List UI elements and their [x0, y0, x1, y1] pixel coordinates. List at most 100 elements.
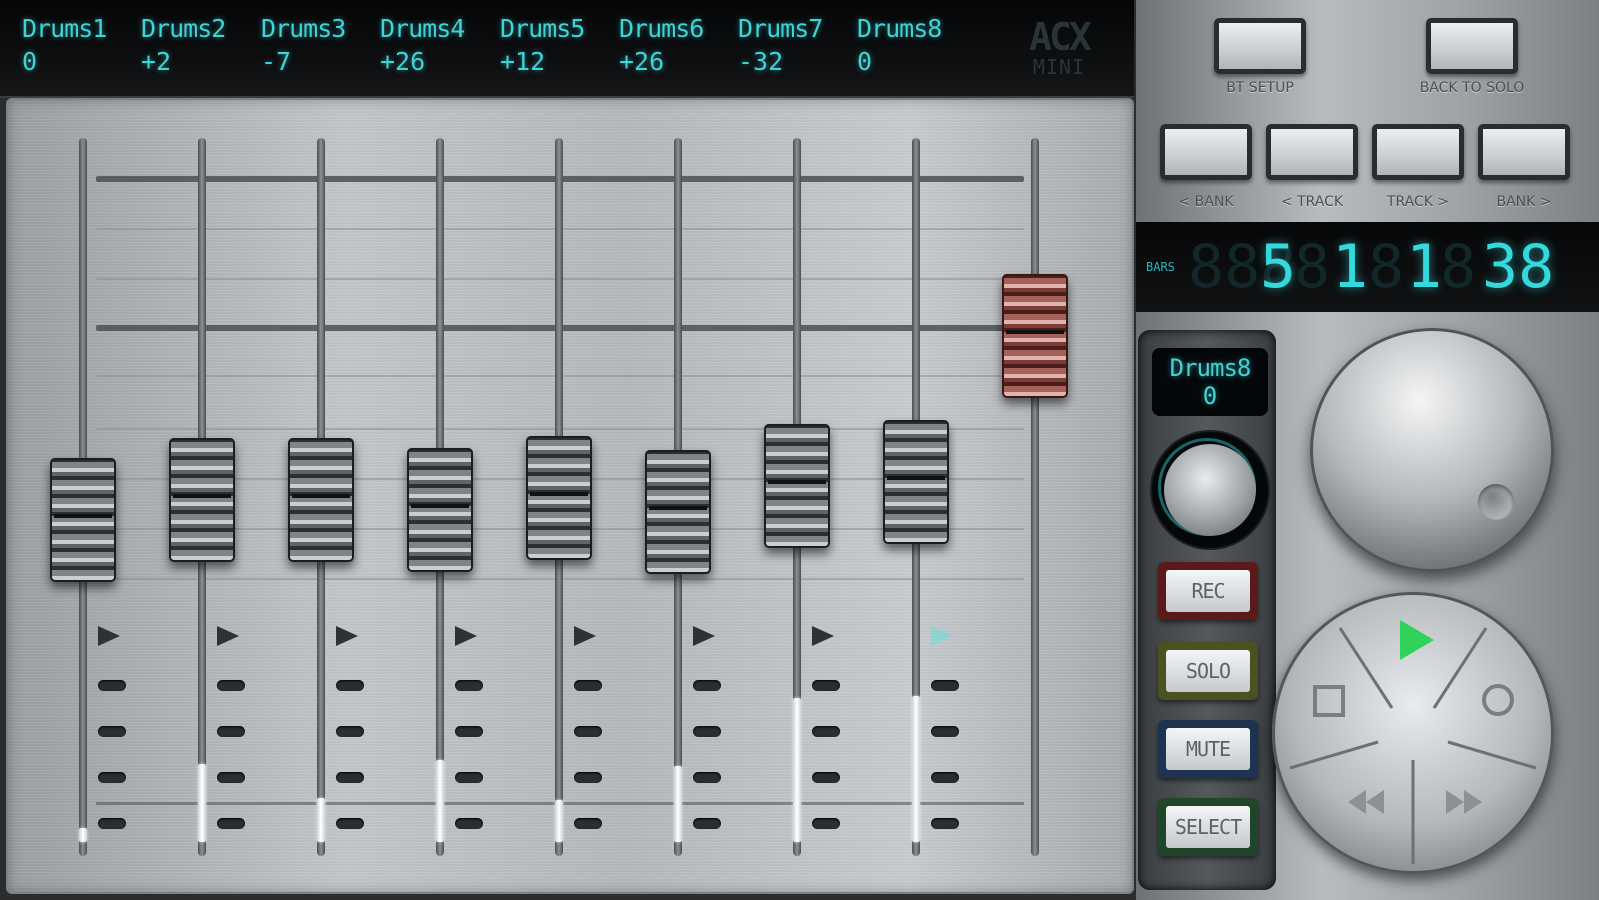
- track-prev-label: < TRACK: [1280, 194, 1344, 210]
- play-indicator-icon: [455, 626, 477, 646]
- bars-label: BARS: [1146, 260, 1175, 274]
- fader-4[interactable]: [407, 448, 473, 572]
- solo-label: SOLO: [1166, 650, 1250, 692]
- ghost-digits: 8: [1440, 232, 1477, 302]
- meter-led: [336, 680, 364, 691]
- track-name: Drums6: [619, 14, 704, 43]
- track-name: Drums5: [500, 14, 585, 43]
- track-readout-3[interactable]: Drums3 -7: [261, 14, 377, 76]
- meter-led: [455, 818, 483, 829]
- track-next-button[interactable]: [1372, 124, 1464, 180]
- track-next-label: TRACK >: [1386, 194, 1450, 210]
- meter-led: [812, 726, 840, 737]
- meter-led: [931, 680, 959, 691]
- meter-led: [336, 818, 364, 829]
- meter-led: [574, 726, 602, 737]
- track-name: Drums3: [261, 14, 346, 43]
- selected-channel-value: 0: [1202, 382, 1218, 410]
- fader-7[interactable]: [764, 424, 830, 548]
- meter-led: [931, 772, 959, 783]
- control-panel: BT SETUP BACK TO SOLO < BANK < TRACK TRA…: [1136, 0, 1599, 900]
- level-meter-2: [198, 764, 206, 842]
- track-readout-5[interactable]: Drums5 +12: [500, 14, 616, 76]
- meter-led: [217, 818, 245, 829]
- track-name: Drums2: [141, 14, 226, 43]
- meter-led: [574, 680, 602, 691]
- sub-beat-number: 1: [1406, 232, 1443, 302]
- fader-8[interactable]: [883, 420, 949, 544]
- record-icon[interactable]: [1480, 682, 1516, 718]
- track-readout-2[interactable]: Drums2 +2: [141, 14, 257, 76]
- track-readout-4[interactable]: Drums4 +26: [380, 14, 496, 76]
- bank-next-label: BANK >: [1496, 194, 1552, 210]
- track-value: +12: [500, 47, 546, 76]
- fader-track-master[interactable]: [1031, 138, 1039, 856]
- fast-forward-icon[interactable]: [1444, 788, 1484, 816]
- jog-wheel[interactable]: [1310, 328, 1554, 572]
- rec-button[interactable]: REC: [1158, 562, 1258, 620]
- meter-led: [217, 772, 245, 783]
- track-name: Drums4: [380, 14, 465, 43]
- select-label: SELECT: [1166, 806, 1250, 848]
- meter-led: [812, 680, 840, 691]
- track-value: -7: [261, 47, 292, 76]
- track-name: Drums1: [22, 14, 107, 43]
- bt-setup-button[interactable]: [1214, 18, 1306, 74]
- fader-6[interactable]: [645, 450, 711, 574]
- meter-led: [98, 726, 126, 737]
- bank-prev-button[interactable]: [1160, 124, 1252, 180]
- acx-mini-logo: ACX MINI: [1014, 18, 1104, 78]
- selected-channel-display: Drums8 0: [1152, 348, 1268, 416]
- track-name: Drums7: [738, 14, 823, 43]
- beat-number: 1: [1332, 232, 1369, 302]
- fader-2[interactable]: [169, 438, 235, 562]
- meter-led: [455, 772, 483, 783]
- meter-led: [931, 726, 959, 737]
- logo-text: ACX: [1029, 15, 1092, 59]
- play-indicator-icon: [693, 626, 715, 646]
- knob-cap: [1164, 444, 1256, 536]
- track-display: Drums1 0 Drums2 +2 Drums3 -7 Drums4 +26 Drum…: [0, 0, 1134, 98]
- selected-channel-strip: Drums8 0 REC SOLO MUTE SELECT: [1138, 330, 1276, 890]
- meter-led: [217, 680, 245, 691]
- fader-5[interactable]: [526, 436, 592, 560]
- play-icon[interactable]: [1396, 618, 1436, 662]
- track-readout-8[interactable]: Drums8 0: [857, 14, 973, 76]
- pan-knob[interactable]: [1152, 432, 1268, 548]
- meter-led: [336, 772, 364, 783]
- master-fader[interactable]: [1002, 274, 1068, 398]
- rewind-icon[interactable]: [1346, 788, 1386, 816]
- play-indicator-icon: [812, 626, 834, 646]
- jog-dimple: [1478, 484, 1514, 520]
- track-name: Drums8: [857, 14, 942, 43]
- select-button[interactable]: SELECT: [1158, 798, 1258, 856]
- tick-number: 38: [1482, 232, 1555, 302]
- rec-label: REC: [1166, 570, 1250, 612]
- track-readout-1[interactable]: Drums1 0: [22, 14, 138, 76]
- level-meter-1: [79, 828, 87, 842]
- play-indicator-icon: [336, 626, 358, 646]
- track-value: 0: [857, 47, 873, 76]
- solo-button[interactable]: SOLO: [1158, 642, 1258, 700]
- meter-led: [336, 726, 364, 737]
- bt-setup-label: BT SETUP: [1226, 80, 1294, 96]
- fader-3[interactable]: [288, 438, 354, 562]
- play-indicator-icon: [98, 626, 120, 646]
- level-meter-4: [436, 760, 444, 842]
- track-value: 0: [22, 47, 38, 76]
- fader-1[interactable]: [50, 458, 116, 582]
- back-to-solo-button[interactable]: [1426, 18, 1518, 74]
- mute-button[interactable]: MUTE: [1158, 720, 1258, 778]
- meter-led: [812, 818, 840, 829]
- meter-led: [693, 818, 721, 829]
- bank-next-button[interactable]: [1478, 124, 1570, 180]
- stop-icon[interactable]: [1312, 684, 1346, 718]
- track-readout-6[interactable]: Drums6 +26: [619, 14, 735, 76]
- meter-led: [812, 772, 840, 783]
- meter-led: [98, 772, 126, 783]
- track-prev-button[interactable]: [1266, 124, 1358, 180]
- mute-label: MUTE: [1166, 728, 1250, 770]
- meter-led: [931, 818, 959, 829]
- meter-led: [217, 726, 245, 737]
- track-readout-7[interactable]: Drums7 -32: [738, 14, 854, 76]
